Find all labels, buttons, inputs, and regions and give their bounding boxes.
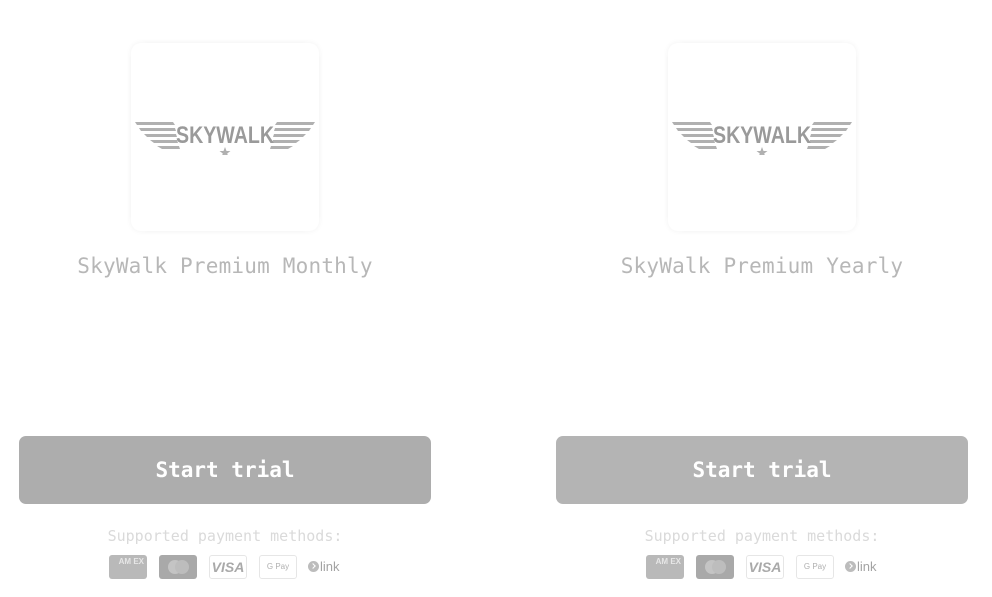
skywalk-logo: SKYWALK — [135, 122, 315, 155]
payment-methods-list: AM EX VISA G Pay link — [109, 555, 369, 579]
start-trial-button[interactable]: Start trial — [19, 436, 431, 504]
mastercard-icon — [159, 555, 197, 579]
product-logo-tile: SKYWALK — [668, 43, 856, 231]
mastercard-icon — [696, 555, 734, 579]
payment-methods-list: AM EX VISA G Pay link — [646, 555, 906, 579]
link-icon: link — [845, 555, 885, 579]
google-pay-icon: G Pay — [796, 555, 834, 579]
product-logo-tile: SKYWALK — [131, 43, 319, 231]
visa-icon: VISA — [209, 555, 247, 579]
product-title: SkyWalk Premium Yearly — [620, 254, 904, 278]
product-title: SkyWalk Premium Monthly — [77, 254, 373, 278]
product-card-monthly: SKYWALK SkyWalk Premium Monthly Start tr… — [19, 0, 431, 597]
link-icon: link — [308, 555, 348, 579]
amex-icon: AM EX — [109, 555, 147, 579]
payment-methods-label: Supported payment methods: — [107, 527, 343, 545]
google-pay-icon: G Pay — [259, 555, 297, 579]
payment-methods-label: Supported payment methods: — [644, 527, 880, 545]
amex-icon: AM EX — [646, 555, 684, 579]
start-trial-button[interactable]: Start trial — [556, 436, 968, 504]
visa-icon: VISA — [746, 555, 784, 579]
product-card-yearly: SKYWALK SkyWalk Premium Yearly Start tri… — [556, 0, 968, 597]
logo-text: SKYWALK — [176, 122, 275, 149]
logo-text: SKYWALK — [713, 122, 812, 149]
skywalk-logo: SKYWALK — [672, 122, 852, 155]
